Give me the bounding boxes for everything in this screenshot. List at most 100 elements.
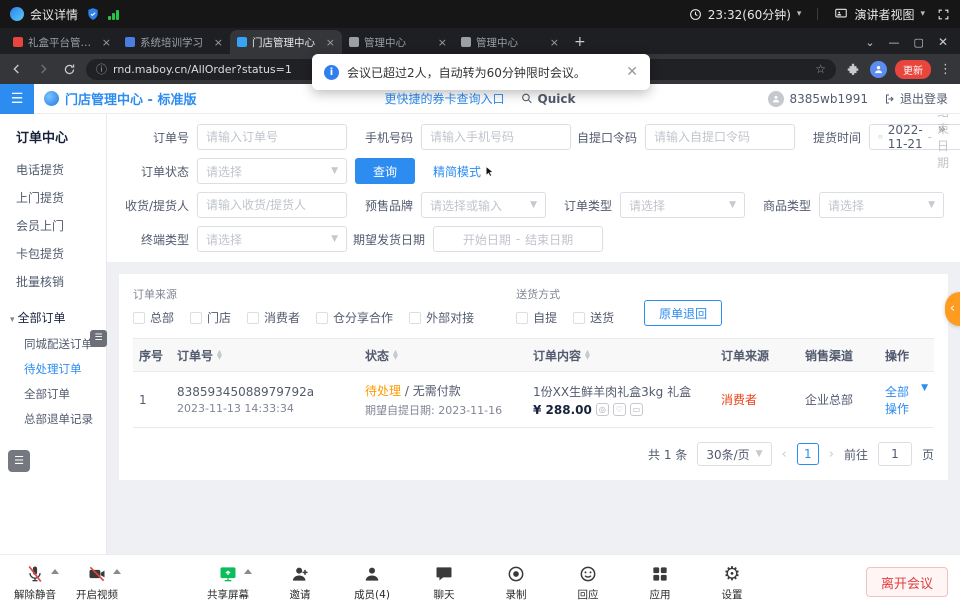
record-button[interactable]: 录制: [489, 559, 543, 602]
tab-close-icon[interactable]: ×: [550, 36, 559, 49]
next-page-icon[interactable]: ›: [829, 447, 834, 462]
prev-page-icon[interactable]: ‹: [782, 447, 787, 462]
extensions-puzzle-icon[interactable]: [844, 60, 862, 78]
view-mode-icon: [834, 7, 848, 21]
fullscreen-icon[interactable]: [937, 8, 950, 21]
phone-input[interactable]: [421, 124, 571, 150]
sidebar-item-hq-refunds[interactable]: 总部退单记录: [0, 407, 106, 432]
pickup-date-range[interactable]: 2022-11-21 - 结束日期: [869, 124, 960, 150]
tab-close-icon[interactable]: ×: [438, 36, 447, 49]
page-size-select[interactable]: 30条/页 ▼: [697, 442, 771, 466]
checkbox-warehouse-coop[interactable]: 仓分享合作: [316, 309, 393, 326]
new-tab-button[interactable]: +: [574, 34, 586, 50]
browser-tab[interactable]: 管理中心 ×: [454, 30, 566, 54]
view-mode-dropdown-icon[interactable]: ▾: [920, 9, 925, 19]
chat-button[interactable]: 聊天: [417, 559, 471, 602]
browser-menu-icon[interactable]: ⋮: [939, 62, 952, 77]
quick-search[interactable]: Quick: [521, 92, 576, 106]
tab-close-icon[interactable]: ×: [102, 36, 111, 49]
row-source-badge: 消费者: [721, 391, 757, 408]
unmute-button[interactable]: 解除静音: [8, 559, 62, 602]
order-status-select[interactable]: 请选择▼: [197, 158, 347, 184]
tab-close-icon[interactable]: ×: [214, 36, 223, 49]
expect-start-date: 开始日期: [463, 231, 511, 248]
checkbox-hq[interactable]: 总部: [133, 309, 174, 326]
row-price: ¥ 288.00: [533, 403, 592, 417]
order-tag-icon-2: ♡: [613, 403, 626, 416]
sidebar-item-pending-orders[interactable]: 待处理订单: [0, 357, 106, 382]
checkbox-delivery[interactable]: 送货: [573, 309, 614, 326]
window-close-icon[interactable]: ✕: [938, 35, 948, 49]
receiver-label: 收货/提货人: [123, 197, 197, 214]
browser-update-button[interactable]: 更新: [895, 60, 931, 79]
row-action-dropdown[interactable]: 全部操作 ▼: [879, 383, 934, 417]
reactions-button[interactable]: 回应: [561, 559, 615, 602]
checkbox-self-pickup[interactable]: 自提: [516, 309, 557, 326]
query-button[interactable]: 查询: [355, 158, 415, 184]
site-info-icon[interactable]: ⓘ: [96, 61, 107, 77]
checkbox-icon: [516, 312, 528, 324]
goto-page-input[interactable]: [878, 442, 912, 466]
invite-button[interactable]: 邀请: [273, 559, 327, 602]
browser-tab[interactable]: 管理中心 ×: [342, 30, 454, 54]
sidebar-item-all-orders[interactable]: 全部订单: [0, 382, 106, 407]
collapse-panel-icon[interactable]: »: [938, 122, 946, 137]
share-screen-button[interactable]: 共享屏幕: [201, 559, 255, 602]
sidebar-item-card-pickup[interactable]: 卡包提货: [0, 240, 106, 268]
sort-icon[interactable]: ▲▼: [585, 350, 590, 360]
sidebar-item-batch-verify[interactable]: 批量核销: [0, 268, 106, 296]
security-shield-icon[interactable]: [86, 7, 100, 21]
view-mode-label[interactable]: 演讲者视图: [854, 6, 914, 23]
window-maximize-icon[interactable]: ▢: [914, 36, 924, 49]
logout-button[interactable]: 退出登录: [884, 90, 948, 107]
tab-search-icon[interactable]: ⌄: [865, 36, 874, 49]
browser-tab[interactable]: 系统培训学习 ×: [118, 30, 230, 54]
floating-menu-button[interactable]: ☰: [8, 450, 30, 472]
checkbox-store[interactable]: 门店: [190, 309, 231, 326]
sidebar-item-door-pickup[interactable]: 上门提货: [0, 184, 106, 212]
settings-button[interactable]: ⚙ 设置: [705, 559, 759, 602]
sidebar-group-all-orders[interactable]: ▾全部订单: [0, 304, 106, 332]
simple-mode-link[interactable]: 精简模式: [433, 163, 496, 180]
sort-icon[interactable]: ▲▼: [217, 350, 222, 360]
sidebar-item-member-visit[interactable]: 会员上门: [0, 212, 106, 240]
goods-type-select[interactable]: 请选择▼: [819, 192, 944, 218]
apps-button[interactable]: 应用: [633, 559, 687, 602]
coupon-query-link[interactable]: 更快捷的券卡查询入口: [385, 90, 505, 107]
tab-close-icon[interactable]: ×: [326, 36, 335, 49]
checkbox-external[interactable]: 外部对接: [409, 309, 474, 326]
toast-close-icon[interactable]: ✕: [626, 64, 638, 80]
sort-icon[interactable]: ▲▼: [393, 350, 398, 360]
drag-handle-widget[interactable]: ☰: [90, 330, 107, 347]
meeting-details-link[interactable]: 会议详情: [30, 6, 78, 23]
user-account[interactable]: 8385wb1991: [768, 91, 868, 107]
order-type-select[interactable]: 请选择▼: [620, 192, 745, 218]
current-page[interactable]: 1: [797, 443, 819, 465]
terminal-type-select[interactable]: 请选择▼: [197, 226, 347, 252]
presale-brand-select[interactable]: 请选择或输入▼: [421, 192, 546, 218]
leave-meeting-button[interactable]: 离开会议: [866, 567, 948, 597]
hamburger-menu-button[interactable]: ☰: [0, 84, 34, 114]
order-no-input[interactable]: [197, 124, 347, 150]
mouse-cursor-icon: [483, 165, 496, 178]
video-options-caret-icon[interactable]: [113, 569, 121, 574]
checkbox-consumer[interactable]: 消费者: [247, 309, 300, 326]
refresh-icon[interactable]: [60, 60, 78, 78]
browser-tab-active[interactable]: 门店管理中心 ×: [230, 30, 342, 54]
mic-options-caret-icon[interactable]: [51, 569, 59, 574]
members-button[interactable]: 成员(4): [345, 559, 399, 602]
bookmark-star-icon[interactable]: ☆: [815, 62, 826, 76]
receiver-input[interactable]: [197, 192, 347, 218]
back-icon[interactable]: [8, 60, 26, 78]
pickup-code-input[interactable]: [645, 124, 795, 150]
timer-dropdown-icon[interactable]: ▾: [797, 9, 802, 19]
window-minimize-icon[interactable]: —: [889, 36, 900, 49]
forward-icon[interactable]: [34, 60, 52, 78]
expect-date-range[interactable]: 开始日期 - 结束日期: [433, 226, 603, 252]
browser-tab[interactable]: 礼盒平台管理中心 ×: [6, 30, 118, 54]
sidebar-item-phone-pickup[interactable]: 电话提货: [0, 156, 106, 184]
share-options-caret-icon[interactable]: [244, 569, 252, 574]
start-video-button[interactable]: 开启视频: [70, 559, 124, 602]
browser-profile-avatar[interactable]: [870, 61, 887, 78]
original-return-button[interactable]: 原单退回: [644, 300, 722, 326]
